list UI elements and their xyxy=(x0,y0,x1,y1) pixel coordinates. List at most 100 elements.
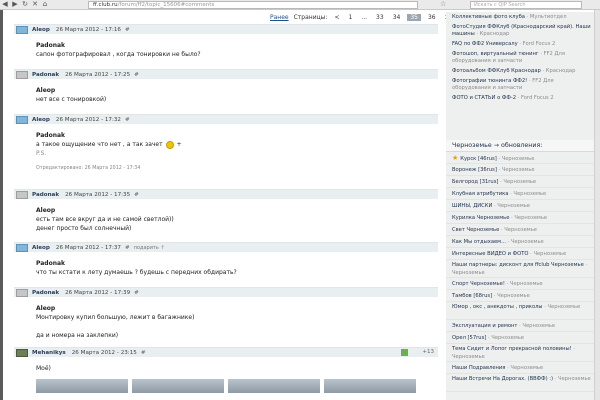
topic-title[interactable]: Коллективные фото клуба xyxy=(452,14,525,20)
permalink[interactable]: # xyxy=(125,117,130,123)
photo-thumbnail[interactable] xyxy=(228,379,320,393)
update-forum: · Черноземье xyxy=(493,203,531,209)
comment: Padonak 26 Марта 2012 - 17:39 # Aleop Мо… xyxy=(14,287,438,347)
permalink[interactable]: # xyxy=(125,245,130,251)
update-item[interactable]: ★ Курск [46rus] · Черноземье xyxy=(446,152,594,164)
update-item[interactable]: Наши Подравления · Черноземье xyxy=(446,362,594,374)
update-title[interactable]: Орел [57rus] xyxy=(452,335,486,341)
avatar[interactable] xyxy=(16,289,28,297)
update-title[interactable]: Интересные ВИДЕО и ФОТО xyxy=(452,251,528,257)
sidebar-topic[interactable]: ФотоСтудия ФФКлуб (Краснодарский край). … xyxy=(446,24,594,38)
update-title[interactable]: Тамбов [68rus] xyxy=(452,293,492,299)
stop-icon[interactable]: ✕ xyxy=(30,0,40,9)
update-title[interactable]: Эксплуатация и ремонт xyxy=(452,323,517,329)
bookmark-star-icon[interactable]: ☆ xyxy=(440,0,446,8)
vote-plus-icon[interactable] xyxy=(401,349,408,356)
reply-link[interactable]: подарить ↑ xyxy=(134,245,165,251)
topic-title[interactable]: FAQ по ФФ2 Универсалу xyxy=(452,41,518,47)
permalink[interactable]: # xyxy=(134,192,139,198)
comment-body: Padonak что ты кстати к лету думаешь ? б… xyxy=(14,252,438,283)
update-item[interactable]: Юмор , окс , анекдоты , приколы · Черноз… xyxy=(446,302,594,320)
update-title[interactable]: Свет Черноземье xyxy=(452,227,499,233)
comment-author[interactable]: Mehanikys xyxy=(32,350,66,356)
comment-author[interactable]: Aleop xyxy=(32,117,50,123)
prev-arrow[interactable]: < xyxy=(332,14,341,21)
update-forum: · Черноземье xyxy=(519,323,556,329)
comment-author[interactable]: Aleop xyxy=(32,245,50,251)
update-item[interactable]: Наши Встречи На Дорогах. (ВВФФ) :) · Чер… xyxy=(446,374,594,392)
update-item[interactable]: Курилка Черноземье · Черноземье xyxy=(446,212,594,224)
update-item[interactable]: Белгород [31rus] · Черноземье xyxy=(446,176,594,188)
update-title[interactable]: Курск [46rus] xyxy=(460,156,496,162)
update-title[interactable]: Тема Сидит и Лопог прекрасной половины! xyxy=(452,346,572,352)
topic-title[interactable]: ФотоСтудия ФФКлуб (Краснодарский край). … xyxy=(452,24,591,37)
page-link-33[interactable]: 33 xyxy=(374,14,386,21)
address-bar[interactable]: ff.club.ru/forum/ff2/topic_15606#comment… xyxy=(88,1,418,9)
avatar[interactable] xyxy=(16,116,28,124)
permalink[interactable]: # xyxy=(125,27,130,33)
permalink[interactable]: # xyxy=(134,72,139,78)
comment-author[interactable]: Padonak xyxy=(32,72,59,78)
update-item[interactable]: Наши партнеры: дисконт для ffclub Черноз… xyxy=(446,260,594,278)
update-title[interactable]: Наши Подравления xyxy=(452,365,505,371)
comment-author[interactable]: Aleop xyxy=(32,27,50,33)
photo-thumbnail[interactable] xyxy=(324,379,416,393)
prev-page-link[interactable]: Ранее xyxy=(270,14,289,21)
comment-body: Padonak а такое ощущение что нет , а так… xyxy=(14,124,438,179)
update-title[interactable]: Спорт Черноземье! xyxy=(452,281,505,287)
update-item[interactable]: Эксплуатация и ремонт · Черноземье xyxy=(446,320,594,332)
update-title[interactable]: Как Мы отдыхаем... xyxy=(452,239,506,245)
scrollbar[interactable] xyxy=(594,10,600,400)
page-link-34[interactable]: 34 xyxy=(391,14,403,21)
photo-thumbnail[interactable] xyxy=(132,379,224,393)
back-icon[interactable]: ◀ xyxy=(0,0,10,9)
topic-title[interactable]: Фотошоп, виртуальный тюнинг xyxy=(452,51,539,57)
forward-icon[interactable]: ▶ xyxy=(10,0,20,9)
comment-author[interactable]: Padonak xyxy=(32,192,59,198)
page-link-36[interactable]: 36 xyxy=(426,14,438,21)
update-item[interactable]: Воронеж [36rus] · Черноземье xyxy=(446,164,594,176)
avatar[interactable] xyxy=(16,244,28,252)
photo-thumbnail[interactable] xyxy=(36,379,128,393)
update-item[interactable]: Как Мы отдыхаем... · Черноземье xyxy=(446,236,594,248)
comment-author[interactable]: Padonak xyxy=(32,290,59,296)
permalink[interactable]: # xyxy=(134,290,139,296)
update-title[interactable]: Белгород [31rus] xyxy=(452,179,498,185)
reload-icon[interactable]: ↻ xyxy=(20,0,30,9)
update-title[interactable]: Наши партнеры: дисконт для ffclub Черноз… xyxy=(452,262,584,268)
avatar[interactable] xyxy=(16,26,28,34)
update-item[interactable]: Тема Сидит и Лопог прекрасной половины! … xyxy=(446,344,594,362)
update-item[interactable]: Орел [57rus] · Черноземье xyxy=(446,332,594,344)
update-item[interactable]: Клубная атрибутика · Черноземье xyxy=(446,188,594,200)
sidebar-topic[interactable]: FAQ по ФФ2 Универсалу · Ford Focus 2 xyxy=(446,41,594,48)
update-title[interactable]: Наши Встречи На Дорогах. (ВВФФ) :) xyxy=(452,376,553,382)
avatar[interactable] xyxy=(16,71,28,79)
update-title[interactable]: Воронеж [36rus] xyxy=(452,167,497,173)
avatar[interactable] xyxy=(16,191,28,199)
update-title[interactable]: Клубная атрибутика xyxy=(452,191,508,197)
topic-title[interactable]: Фотоальбом ФФКлуб Краснодар xyxy=(452,68,541,74)
update-title[interactable]: ШИНЫ, ДИСКИ xyxy=(452,203,492,209)
avatar[interactable] xyxy=(16,349,28,357)
permalink[interactable]: # xyxy=(141,350,146,356)
update-item[interactable]: Спорт Черноземье! · Черноземье xyxy=(446,278,594,290)
comment-body: Padonak сапон фотографировал , когда тон… xyxy=(14,34,438,65)
updates-title[interactable]: Черноземье → обновления: xyxy=(446,140,594,152)
sidebar-topic[interactable]: Фотографии тюнинга ФФ2! · FF2 Для оборуд… xyxy=(446,78,594,92)
sidebar-topic[interactable]: Коллективные фото клуба · Мультиотдел xyxy=(446,14,594,21)
search-field[interactable]: Искать с QIP Search xyxy=(470,1,582,9)
sidebar-topic[interactable]: Фотошоп, виртуальный тюнинг · FF2 Для об… xyxy=(446,51,594,65)
update-item[interactable]: ШИНЫ, ДИСКИ · Черноземье xyxy=(446,200,594,212)
sidebar-topic[interactable]: ФОТО и СТАТЬИ о ФФ-2 · Ford Focus 2 xyxy=(446,95,594,102)
update-item[interactable]: Тамбов [68rus] · Черноземье xyxy=(446,290,594,302)
home-icon[interactable]: ⌂ xyxy=(40,0,50,9)
comment: Aleop 26 Марта 2012 - 17:37 # подарить ↑… xyxy=(14,242,438,287)
sidebar-topic[interactable]: Фотоальбом ФФКлуб Краснодар · Краснодар xyxy=(446,68,594,75)
update-item[interactable]: Свет Черноземье · Черноземье xyxy=(446,224,594,236)
topic-title[interactable]: ФОТО и СТАТЬИ о ФФ-2 xyxy=(452,95,516,101)
update-title[interactable]: Юмор , окс , анекдоты , приколы xyxy=(452,304,543,310)
page-link-1[interactable]: 1 xyxy=(346,14,354,21)
topic-title[interactable]: Фотографии тюнинга ФФ2! xyxy=(452,78,527,84)
update-title[interactable]: Курилка Черноземье xyxy=(452,215,509,221)
update-item[interactable]: Интересные ВИДЕО и ФОТО · Черноземье xyxy=(446,248,594,260)
